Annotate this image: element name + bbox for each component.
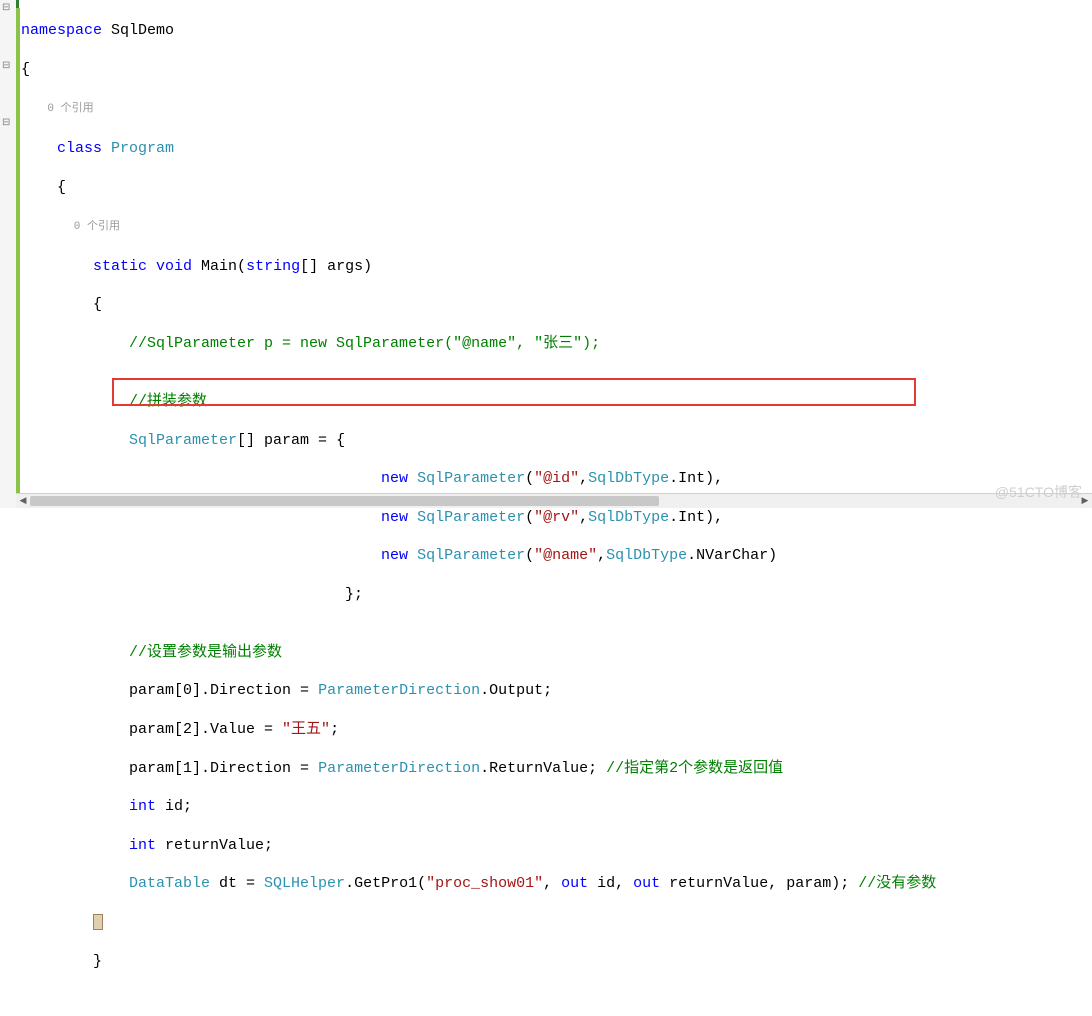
codelens-references[interactable]: 0 个引用	[21, 221, 120, 233]
code: .ReturnValue;	[480, 760, 606, 777]
brace: };	[21, 586, 363, 603]
caret-highlight	[93, 914, 103, 930]
punct: ,	[597, 547, 606, 564]
code: .NVarChar)	[687, 547, 777, 564]
comment: //拼装参数	[21, 393, 207, 410]
horizontal-scrollbar[interactable]: ◀ ▶	[16, 493, 1092, 508]
keyword: out	[633, 875, 660, 892]
code-editor: ⊟ ⊟ ⊟ namespace SqlDemo { 0 个引用 class Pr…	[0, 0, 1092, 508]
type-name: SQLHelper	[264, 875, 345, 892]
string-literal: "王五"	[282, 721, 330, 738]
code: returnValue, param);	[660, 875, 858, 892]
string-literal: "@name"	[534, 547, 597, 564]
identifier: SqlDemo	[102, 22, 174, 39]
brace: {	[21, 61, 30, 78]
type-name: SqlParameter	[21, 432, 237, 449]
code: .Output;	[480, 682, 552, 699]
keyword: string	[246, 258, 300, 275]
fold-icon[interactable]: ⊟	[2, 119, 10, 129]
punct: (	[525, 509, 534, 526]
type-name: SqlParameter	[408, 470, 525, 487]
code: .GetPro1(	[345, 875, 426, 892]
codelens-references[interactable]: 0 个引用	[21, 103, 94, 115]
string-literal: "@id"	[534, 470, 579, 487]
type-name: SqlParameter	[408, 547, 525, 564]
comment: //指定第2个参数是返回值	[606, 760, 783, 777]
code: .Int),	[669, 470, 723, 487]
type-name: SqlDbType	[606, 547, 687, 564]
keyword: void	[147, 258, 192, 275]
type-name: SqlDbType	[588, 470, 669, 487]
scroll-thumb[interactable]	[30, 496, 659, 506]
code: dt =	[210, 875, 264, 892]
punct: ,	[579, 470, 588, 487]
code: returnValue;	[156, 837, 273, 854]
type-name: Program	[102, 140, 174, 157]
code-area[interactable]: namespace SqlDemo { 0 个引用 class Program …	[17, 0, 1092, 508]
brace: {	[21, 296, 102, 313]
code: param[1].Direction =	[21, 760, 318, 777]
code: id,	[588, 875, 633, 892]
code: ;	[330, 721, 339, 738]
scroll-left-icon[interactable]: ◀	[16, 494, 30, 508]
punct: (	[525, 470, 534, 487]
fold-icon[interactable]: ⊟	[2, 4, 10, 14]
type-name: SqlDbType	[588, 509, 669, 526]
comment: //设置参数是输出参数	[21, 644, 282, 661]
punct: ,	[579, 509, 588, 526]
editor-gutter: ⊟ ⊟ ⊟	[0, 0, 17, 508]
type-name: SqlParameter	[408, 509, 525, 526]
keyword: new	[21, 470, 408, 487]
code: .Int),	[669, 509, 723, 526]
keyword: static	[21, 258, 147, 275]
code: id;	[156, 798, 192, 815]
type-name: ParameterDirection	[318, 682, 480, 699]
params: [] args)	[300, 258, 372, 275]
comment: //SqlParameter p = new SqlParameter("@na…	[21, 335, 600, 352]
method-name: Main(	[192, 258, 246, 275]
string-literal: "@rv"	[534, 509, 579, 526]
keyword: namespace	[21, 22, 102, 39]
type-name: ParameterDirection	[318, 760, 480, 777]
fold-icon[interactable]: ⊟	[2, 62, 10, 72]
code: [] param = {	[237, 432, 345, 449]
scroll-track[interactable]	[30, 494, 1078, 508]
keyword: out	[561, 875, 588, 892]
code: param[2].Value =	[21, 721, 282, 738]
punct: (	[525, 547, 534, 564]
code: ,	[543, 875, 561, 892]
comment: //没有参数	[858, 875, 936, 892]
keyword: int	[21, 798, 156, 815]
brace: {	[21, 179, 66, 196]
watermark-text: @51CTO博客	[995, 482, 1082, 502]
keyword: new	[21, 547, 408, 564]
string-literal: "proc_show01"	[426, 875, 543, 892]
keyword: int	[21, 837, 156, 854]
code: param[0].Direction =	[21, 682, 318, 699]
keyword: new	[21, 509, 408, 526]
type-name: DataTable	[21, 875, 210, 892]
keyword: class	[21, 140, 102, 157]
brace: }	[21, 953, 102, 970]
